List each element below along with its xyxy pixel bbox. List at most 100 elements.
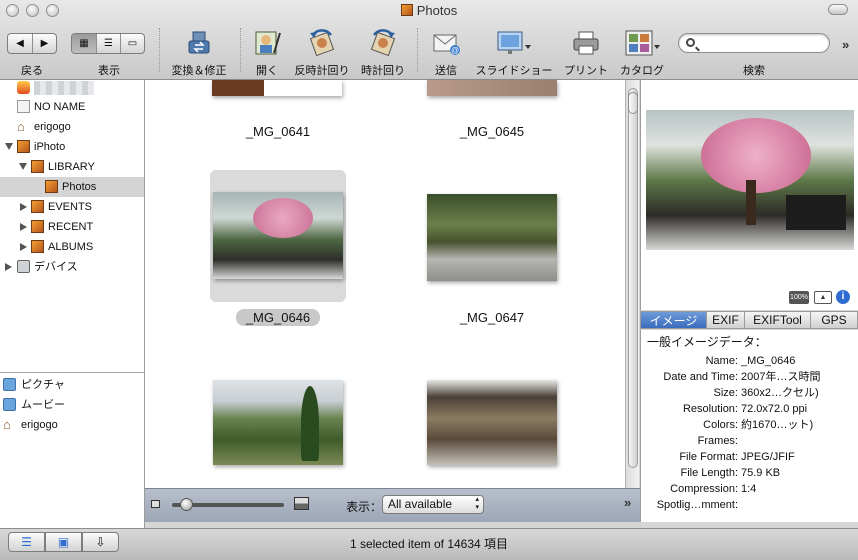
thumbnail-forest[interactable] (213, 380, 343, 465)
thumbnail-size-slider[interactable] (172, 498, 284, 511)
sidebar-item-recent[interactable]: RECENT (0, 217, 144, 237)
info-value: 360x2…クセル) (741, 387, 819, 399)
sidebar-item-photos[interactable]: Photos (0, 177, 144, 197)
info-key: Compression: (670, 483, 738, 495)
list-view-icon[interactable]: ☰ (96, 34, 120, 53)
disclosure-right-icon[interactable] (20, 223, 27, 231)
sidebar-item-home[interactable]: ⌂ erigogo (0, 415, 144, 435)
zoom-badge-icon[interactable]: 100% (789, 291, 809, 304)
info-value: JPEG/JFIF (741, 451, 795, 463)
disclosure-right-icon[interactable] (20, 203, 27, 211)
gridbar-overflow-icon[interactable]: » (624, 495, 631, 510)
info-row: Resolution: 72.0x72.0 ppi (641, 401, 858, 417)
sidebar-item-blurred-volume[interactable] (0, 78, 144, 98)
tab-exiftool[interactable]: EXIFTool (745, 312, 811, 328)
sidebar-item-movies[interactable]: ムービー (0, 395, 144, 415)
toolbar: Photos ◀ ▶ 戻る ▦ ☰ ▭ 表示 変換＆修正 開く 反時計回り 時計… (0, 0, 858, 80)
tab-gps[interactable]: GPS (811, 312, 858, 328)
disclosure-down-icon[interactable] (5, 143, 13, 150)
sidebar-item-label: RECENT (48, 221, 94, 233)
forward-arrow-icon[interactable]: ▶ (32, 34, 56, 53)
thumbnail-mg-0641[interactable] (212, 80, 342, 96)
house-shape (786, 195, 846, 230)
disclosure-right-icon[interactable] (5, 263, 12, 271)
sidebar-item-no-name[interactable]: NO NAME (0, 97, 144, 117)
thumbnail-mg-0646[interactable] (213, 192, 343, 279)
info-value: 72.0x72.0 ppi (741, 403, 808, 415)
sidebar-item-label: ムービー (21, 399, 65, 411)
disk-icon (17, 100, 30, 113)
rotate-counterclockwise-icon (309, 29, 335, 57)
image-info-panel: 一般イメージデータ： Name: _MG_0646 Date and Time: 2… (640, 330, 858, 522)
toolbar-overflow-icon[interactable]: » (842, 37, 849, 52)
rotate-cw-label: 時計回り (361, 65, 405, 77)
back-label: 戻る (21, 65, 43, 77)
sidebar-item-library[interactable]: LIBRARY (0, 157, 144, 177)
catalog-button[interactable]: カタログ (616, 24, 668, 77)
convert-button[interactable]: 変換＆修正 (168, 24, 230, 77)
back-forward-control: ◀ ▶ (7, 33, 57, 54)
rotate-ccw-button[interactable]: 反時計回り (292, 24, 352, 77)
view-mode-control: ▦ ☰ ▭ (71, 33, 145, 54)
preview-pane (640, 80, 858, 310)
info-row: Compression: 1:4 (641, 481, 858, 497)
print-button[interactable]: プリント (564, 24, 608, 77)
histogram-icon[interactable]: ▲ (814, 291, 832, 304)
places-list: ピクチャ ムービー ⌂ erigogo (0, 372, 144, 528)
grid-scrollbar[interactable] (625, 80, 639, 488)
open-button[interactable]: 開く (250, 24, 284, 77)
open-label: 開く (256, 65, 278, 77)
info-value: 2007年…ス時間 (741, 371, 821, 383)
tab-image[interactable]: イメージ (641, 312, 707, 328)
thumbnail-mg-0645[interactable] (427, 80, 557, 96)
sidebar-item-label: NO NAME (34, 101, 86, 113)
toolbar-separator (159, 28, 160, 72)
sidebar-item-albums[interactable]: ALBUMS (0, 237, 144, 257)
sidebar-item-label: erigogo (34, 121, 71, 133)
slider-knob[interactable] (180, 498, 193, 511)
tab-exif[interactable]: EXIF (707, 312, 745, 328)
sidebar-item-label: ピクチャ (21, 379, 65, 391)
small-thumbnail-icon[interactable] (151, 500, 160, 508)
search-label: 検索 (743, 65, 765, 77)
caption-text: _MG_0645 (459, 124, 525, 139)
icon-view-icon[interactable]: ▦ (72, 34, 96, 53)
send-button[interactable]: @ 送信 (428, 24, 464, 77)
slideshow-label: スライドショー (475, 65, 553, 77)
info-icon[interactable]: i (836, 290, 850, 304)
camera-icon (17, 260, 30, 273)
recent-folder-icon (31, 220, 44, 233)
large-thumbnail-icon[interactable] (294, 497, 309, 510)
thumbnail-building[interactable] (427, 380, 557, 465)
disclosure-right-icon[interactable] (20, 243, 27, 251)
sidebar-item-label: デバイス (34, 261, 78, 273)
rotate-cw-button[interactable]: 時計回り (358, 24, 408, 77)
disclosure-down-icon[interactable] (19, 163, 27, 170)
movies-folder-icon (3, 398, 16, 411)
thumbnail-mg-0647[interactable] (427, 194, 557, 281)
sidebar-item-iphoto[interactable]: iPhoto (0, 137, 144, 157)
info-section-title: 一般イメージデータ： (647, 335, 767, 349)
search-field[interactable] (678, 33, 830, 53)
info-row: Date and Time: 2007年…ス時間 (641, 369, 858, 385)
sidebar-item-events[interactable]: EVENTS (0, 197, 144, 217)
printer-icon (573, 31, 599, 55)
filter-popup[interactable]: All available (382, 495, 484, 514)
back-arrow-icon[interactable]: ◀ (8, 34, 32, 53)
open-image-icon (255, 31, 281, 55)
cypress-tree-shape (301, 386, 319, 461)
sidebar-item-pictures[interactable]: ピクチャ (0, 375, 144, 395)
caption-text: _MG_0647 (459, 310, 525, 325)
slideshow-button[interactable]: スライドショー (475, 24, 553, 77)
scrollbar-thumb[interactable] (628, 92, 638, 114)
info-row: Colors: 約1670…ット) (641, 417, 858, 433)
filmstrip-view-icon[interactable]: ▭ (120, 34, 144, 53)
info-value: _MG_0646 (741, 355, 796, 367)
sidebar-item-devices[interactable]: デバイス (0, 257, 144, 277)
sidebar-item-erigogo[interactable]: ⌂ erigogo (0, 117, 144, 137)
info-key: File Format: (679, 451, 738, 463)
catalog-grid-icon (625, 30, 660, 56)
scrollbar-track (628, 88, 638, 468)
convert-label: 変換＆修正 (171, 65, 227, 77)
send-label: 送信 (435, 65, 457, 77)
